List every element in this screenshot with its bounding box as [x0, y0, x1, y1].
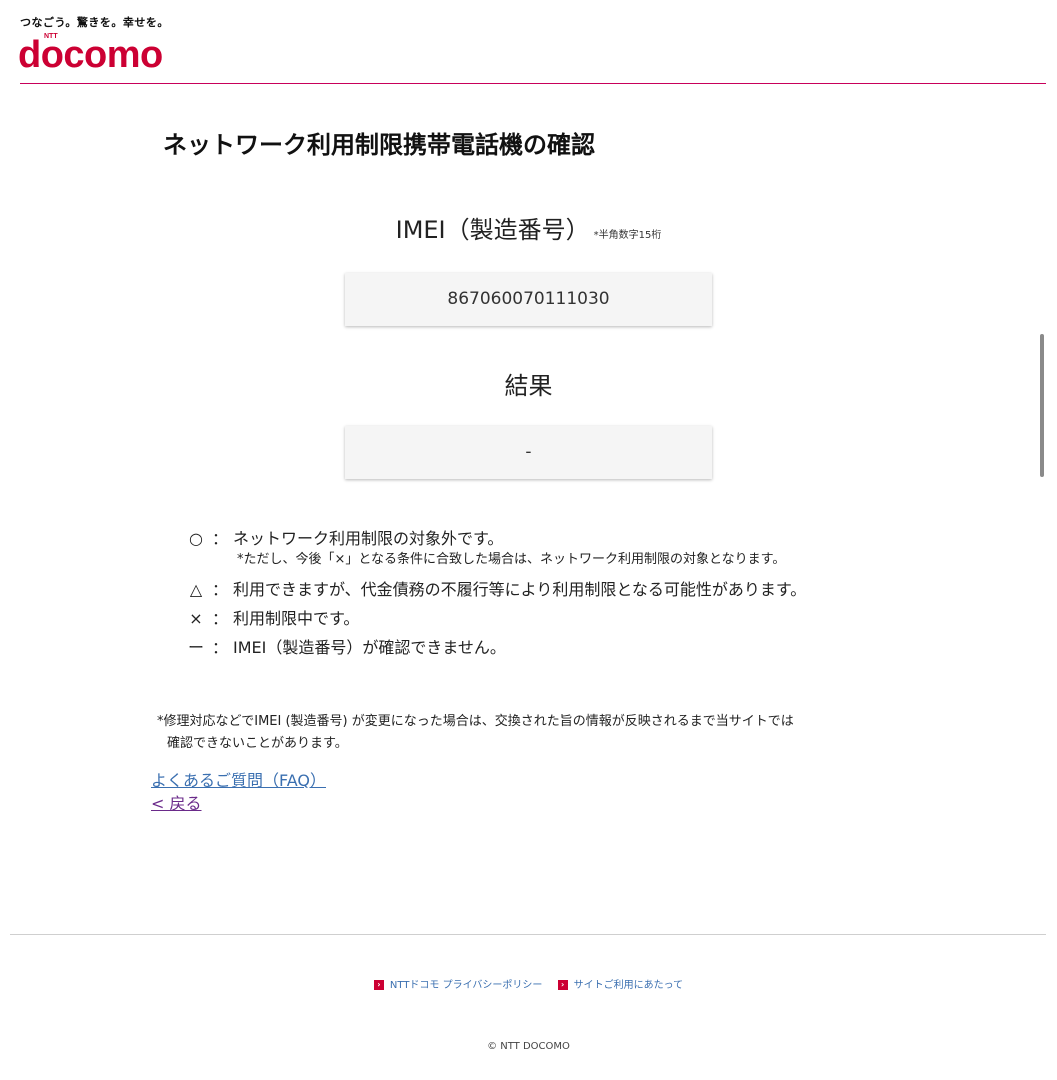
back-link[interactable]: < 戻る — [151, 790, 202, 814]
legend-row-cross: × ： 利用制限中です。 — [185, 604, 806, 633]
legend-colon: ： — [211, 609, 228, 628]
privacy-policy-label: NTTドコモ プライバシーポリシー — [389, 980, 543, 991]
note-line-1: *修理対応などでIMEI (製造番号) が変更になった場合は、交換された旨の情報… — [157, 714, 794, 729]
note-line-2: 確認できないことがあります。 — [167, 736, 348, 751]
footer-links: › NTTドコモ プライバシーポリシー › サイトご利用にあたって — [0, 976, 1057, 991]
legend-colon: ： — [211, 580, 228, 599]
privacy-policy-link[interactable]: › NTTドコモ プライバシーポリシー — [373, 976, 543, 991]
legend-row-triangle: △ ： 利用できますが、代金債務の不履行等により利用制限となる可能性があります。 — [185, 575, 806, 604]
arrow-right-icon: › — [373, 980, 384, 990]
legend-row-dash: ー ： IMEI（製造番号）が確認できません。 — [185, 633, 806, 662]
imei-change-note: *修理対応などでIMEI (製造番号) が変更になった場合は、交換された旨の情報… — [157, 711, 917, 755]
dash-symbol: ー — [187, 638, 204, 657]
legend-text: 利用制限中です。 — [233, 609, 360, 628]
page: つなごう。驚きを。幸せを。 NTT docomo ネットワーク利用制限携帯電話機… — [0, 0, 1057, 1080]
legend-circle-note: *ただし、今後「×」となる条件に合致した場合は、ネットワーク利用制限の対象となり… — [237, 552, 786, 567]
result-value-box: - — [345, 426, 712, 479]
cross-symbol: × — [189, 609, 203, 628]
logo-wordmark: docomo — [18, 34, 163, 76]
footer-divider — [10, 934, 1046, 935]
legend-text: ネットワーク利用制限の対象外です。 — [233, 529, 504, 548]
legend-text: IMEI（製造番号）が確認できません。 — [233, 638, 506, 657]
imei-label-text: IMEI（製造番号） — [395, 216, 590, 244]
imei-note: *半角数字15桁 — [593, 230, 662, 241]
legend-colon: ： — [211, 638, 228, 657]
legend-colon: ： — [211, 529, 228, 548]
imei-value-box: 867060070111030 — [345, 273, 712, 326]
site-usage-label: サイトご利用にあたって — [573, 980, 684, 991]
circle-symbol: ○ — [189, 529, 203, 548]
legend: ○ ： ネットワーク利用制限の対象外です。 *ただし、今後「×」となる条件に合致した… — [185, 524, 806, 662]
page-title: ネットワーク利用制限携帯電話機の確認 — [163, 131, 595, 159]
docomo-logo[interactable]: NTT docomo — [18, 32, 188, 76]
arrow-right-icon: › — [557, 980, 568, 990]
tagline: つなごう。驚きを。幸せを。 — [20, 16, 169, 29]
legend-text: 利用できますが、代金債務の不履行等により利用制限となる可能性があります。 — [233, 580, 807, 599]
legend-row-circle: ○ ： ネットワーク利用制限の対象外です。 — [185, 524, 806, 553]
scrollbar[interactable] — [1040, 334, 1044, 477]
site-usage-link[interactable]: › サイトご利用にあたって — [557, 976, 684, 991]
imei-label: IMEI（製造番号） *半角数字15桁 — [0, 210, 1057, 245]
copyright: © NTT DOCOMO — [487, 1041, 570, 1052]
triangle-symbol: △ — [189, 580, 203, 599]
result-label: 結果 — [504, 372, 553, 400]
header-divider — [20, 83, 1046, 84]
faq-link[interactable]: よくあるご質問（FAQ） — [151, 767, 326, 791]
